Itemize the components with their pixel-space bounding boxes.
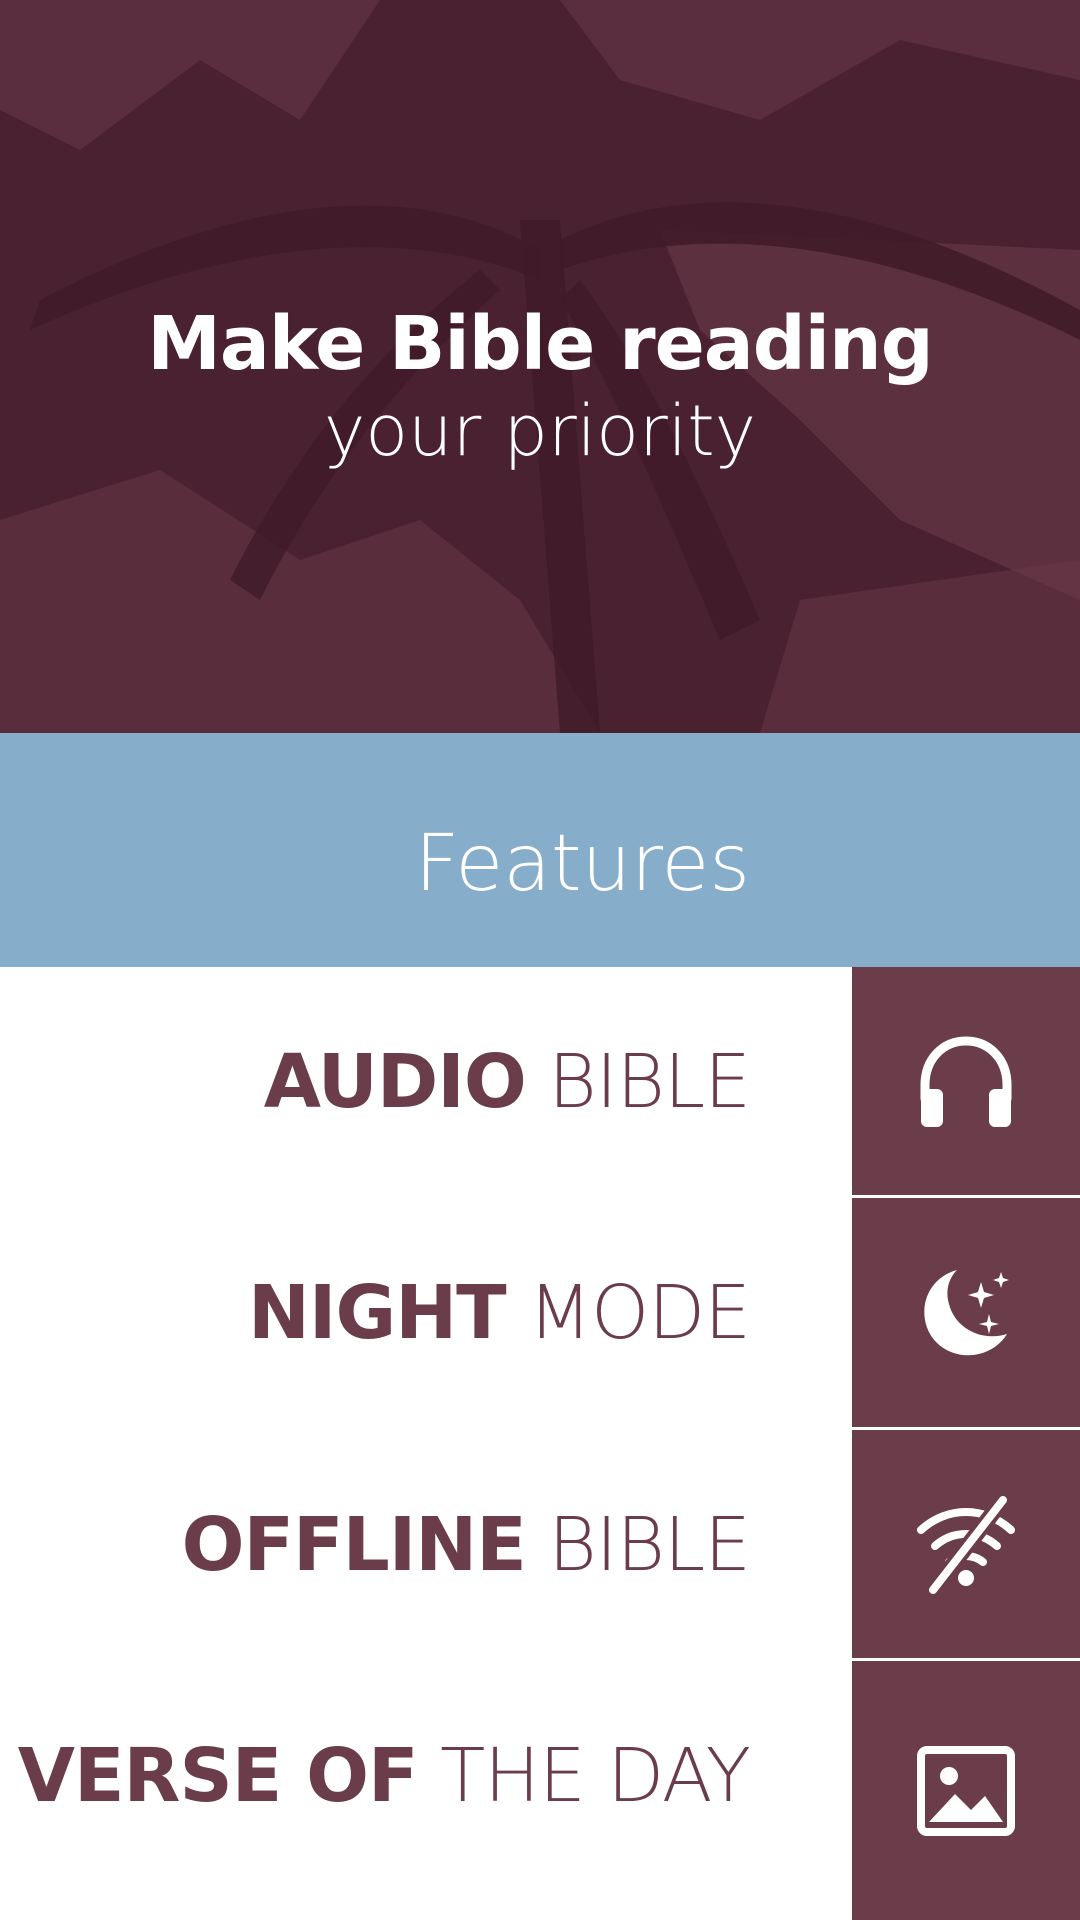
wifi-off-icon [917, 1492, 1015, 1598]
hero-banner: Make Bible reading your priority [0, 0, 1080, 733]
feature-icon-tile [852, 967, 1080, 1197]
feature-label-light: BIBLE [548, 1039, 751, 1125]
feature-label-bold: NIGHT [248, 1270, 507, 1356]
feature-label-light: MODE [528, 1270, 751, 1356]
feature-label-bold: OFFLINE [181, 1502, 527, 1588]
feature-offline-bible[interactable]: OFFLINE BIBLE [0, 1430, 1080, 1660]
feature-icon-tile [852, 1661, 1080, 1920]
feature-icon-tile [852, 1430, 1080, 1660]
hero-text: Make Bible reading your priority [0, 300, 1080, 474]
feature-label-bold: VERSE OF [17, 1733, 419, 1819]
hero-subtitle: your priority [323, 390, 757, 472]
feature-label: NIGHT MODE [248, 1198, 751, 1428]
headphones-icon [920, 1036, 1012, 1127]
features-heading: Features [414, 819, 750, 909]
feature-icon-tile [852, 1198, 1080, 1428]
feature-label-light: THE DAY [440, 1733, 751, 1819]
feature-label-light: BIBLE [548, 1502, 751, 1588]
feature-label: VERSE OF THE DAY [17, 1661, 751, 1891]
feature-label-bold: AUDIO [263, 1039, 527, 1125]
moon-stars-icon [924, 1270, 1009, 1356]
hero-title: Make Bible reading [147, 301, 933, 387]
feature-night-mode[interactable]: NIGHT MODE [0, 1198, 1080, 1428]
feature-label: AUDIO BIBLE [263, 967, 751, 1197]
feature-label: OFFLINE BIBLE [181, 1430, 751, 1660]
image-icon [917, 1745, 1015, 1836]
feature-verse-of-the-day[interactable]: VERSE OF THE DAY [0, 1661, 1080, 1920]
feature-audio-bible[interactable]: AUDIO BIBLE [0, 967, 1080, 1197]
